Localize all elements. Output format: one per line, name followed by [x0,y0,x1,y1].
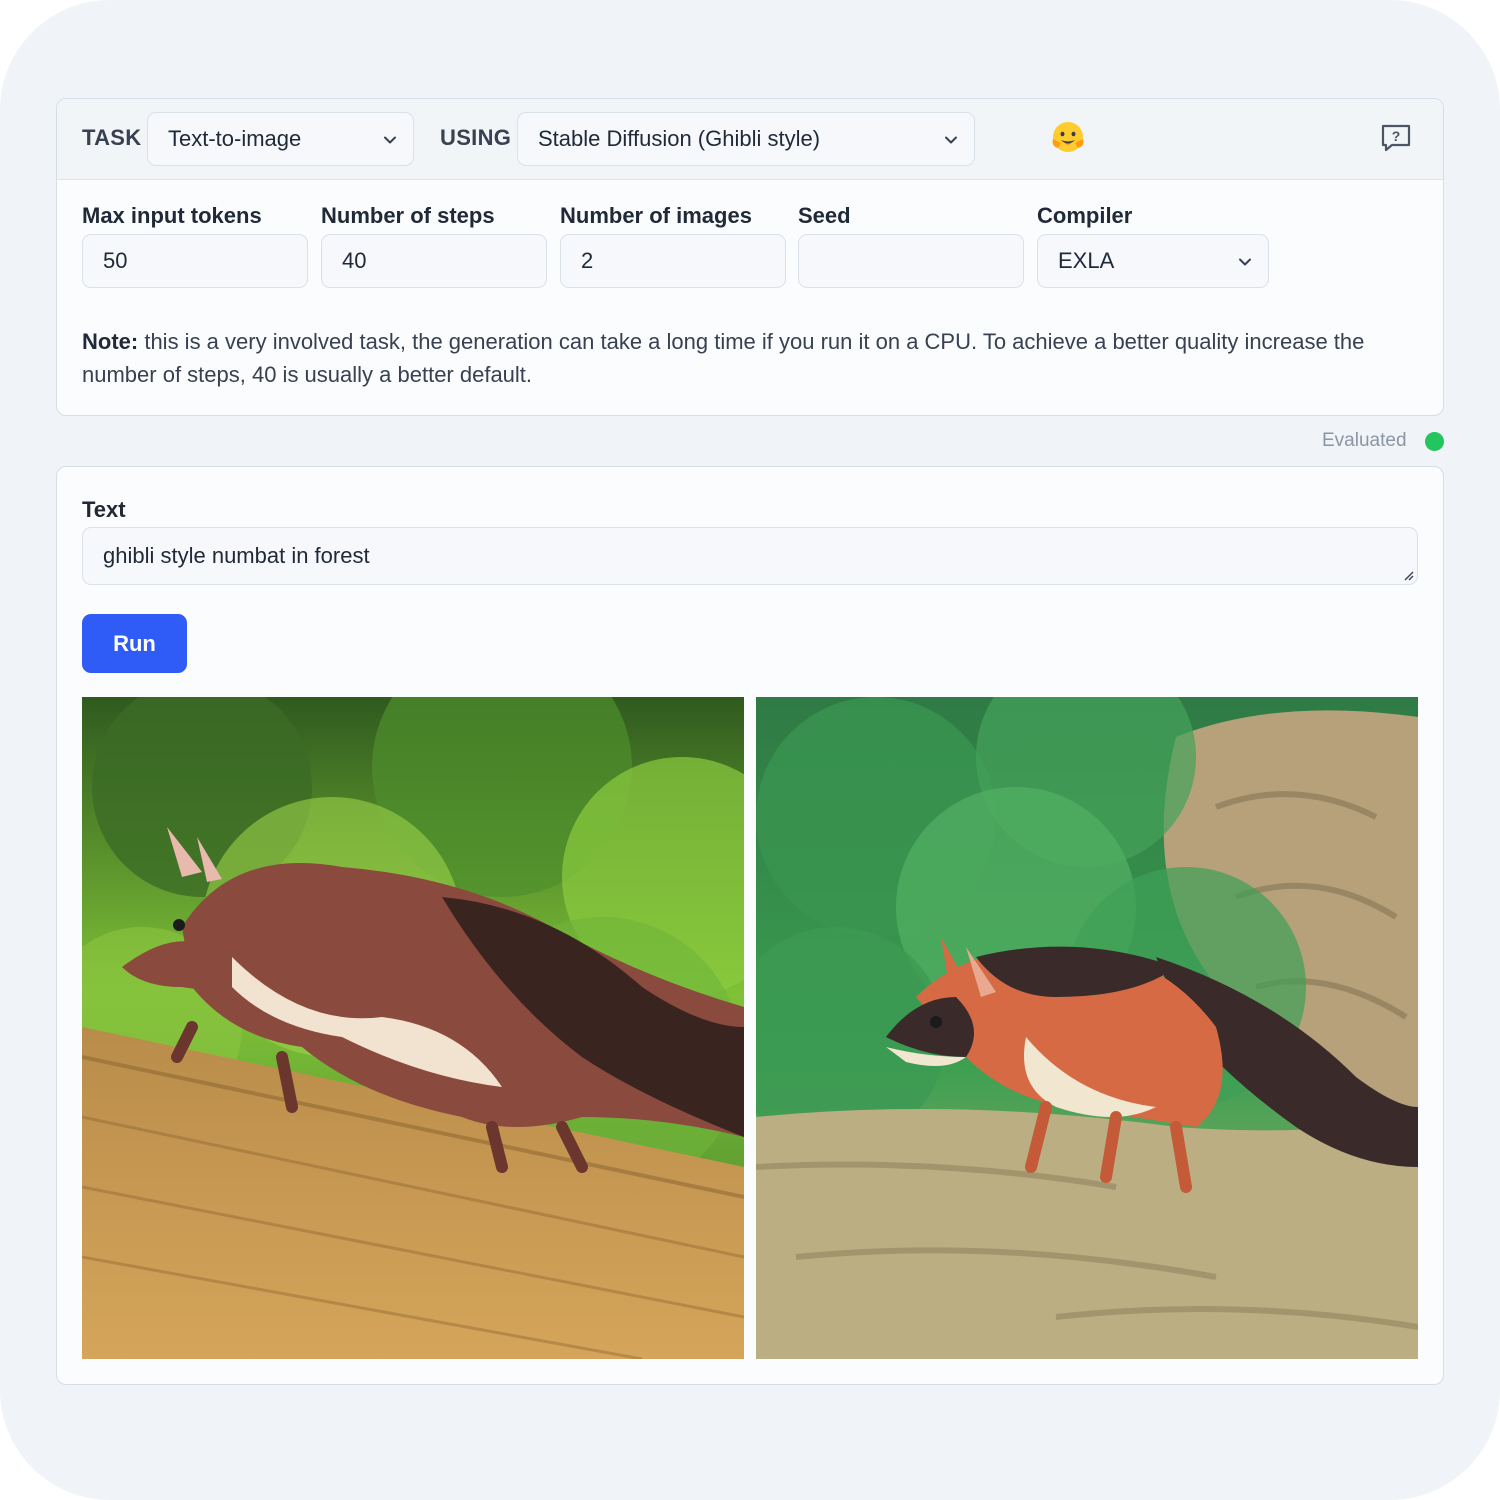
status-text: Evaluated [1322,430,1407,451]
generated-image-1 [82,697,744,1359]
task-header: TASK Text-to-image USING Stable Diffusio… [57,99,1443,180]
seed-label: Seed [798,203,851,228]
generated-image-2 [756,697,1418,1359]
run-button[interactable]: Run [82,614,187,673]
numbat-on-log-image [82,697,744,1359]
prompt-value: ghibli style numbat in forest [103,543,370,568]
steps-input[interactable]: 40 [321,234,547,288]
task-select[interactable]: Text-to-image [147,112,414,166]
seed-input[interactable] [798,234,1024,288]
note-body: this is a very involved task, the genera… [82,329,1365,387]
status-indicator [1425,432,1444,451]
task-label: TASK [82,125,142,150]
steps-label: Number of steps [321,203,495,228]
compiler-label: Compiler [1037,203,1133,228]
help-chat-icon[interactable]: ? [1381,124,1411,152]
numbat-on-rocks-image [756,697,1418,1359]
chevron-down-icon [945,136,957,144]
model-select-value: Stable Diffusion (Ghibli style) [538,126,821,151]
compiler-select-value: EXLA [1058,248,1115,273]
resize-handle-icon[interactable] [1402,569,1414,581]
svg-text:?: ? [1392,128,1401,144]
hugging-face-emoji-icon[interactable] [1049,119,1087,157]
images-input[interactable]: 2 [560,234,786,288]
using-label: USING [440,125,512,150]
max-tokens-input[interactable]: 50 [82,234,308,288]
settings-panel: TASK Text-to-image USING Stable Diffusio… [56,98,1444,416]
chevron-down-icon [1239,258,1251,266]
chevron-down-icon [384,136,396,144]
prompt-label: Text [82,497,126,522]
task-select-value: Text-to-image [168,126,302,151]
note-text: Note: this is a very involved task, the … [82,325,1412,391]
note-bold: Note: [82,329,139,354]
images-label: Number of images [560,203,752,228]
max-tokens-label: Max input tokens [82,203,262,228]
model-select[interactable]: Stable Diffusion (Ghibli style) [517,112,975,166]
prompt-textarea[interactable]: ghibli style numbat in forest [82,527,1418,585]
compiler-select[interactable]: EXLA [1037,234,1269,288]
output-panel: Text ghibli style numbat in forest Run [56,466,1444,1385]
app-frame: TASK Text-to-image USING Stable Diffusio… [0,0,1500,1500]
